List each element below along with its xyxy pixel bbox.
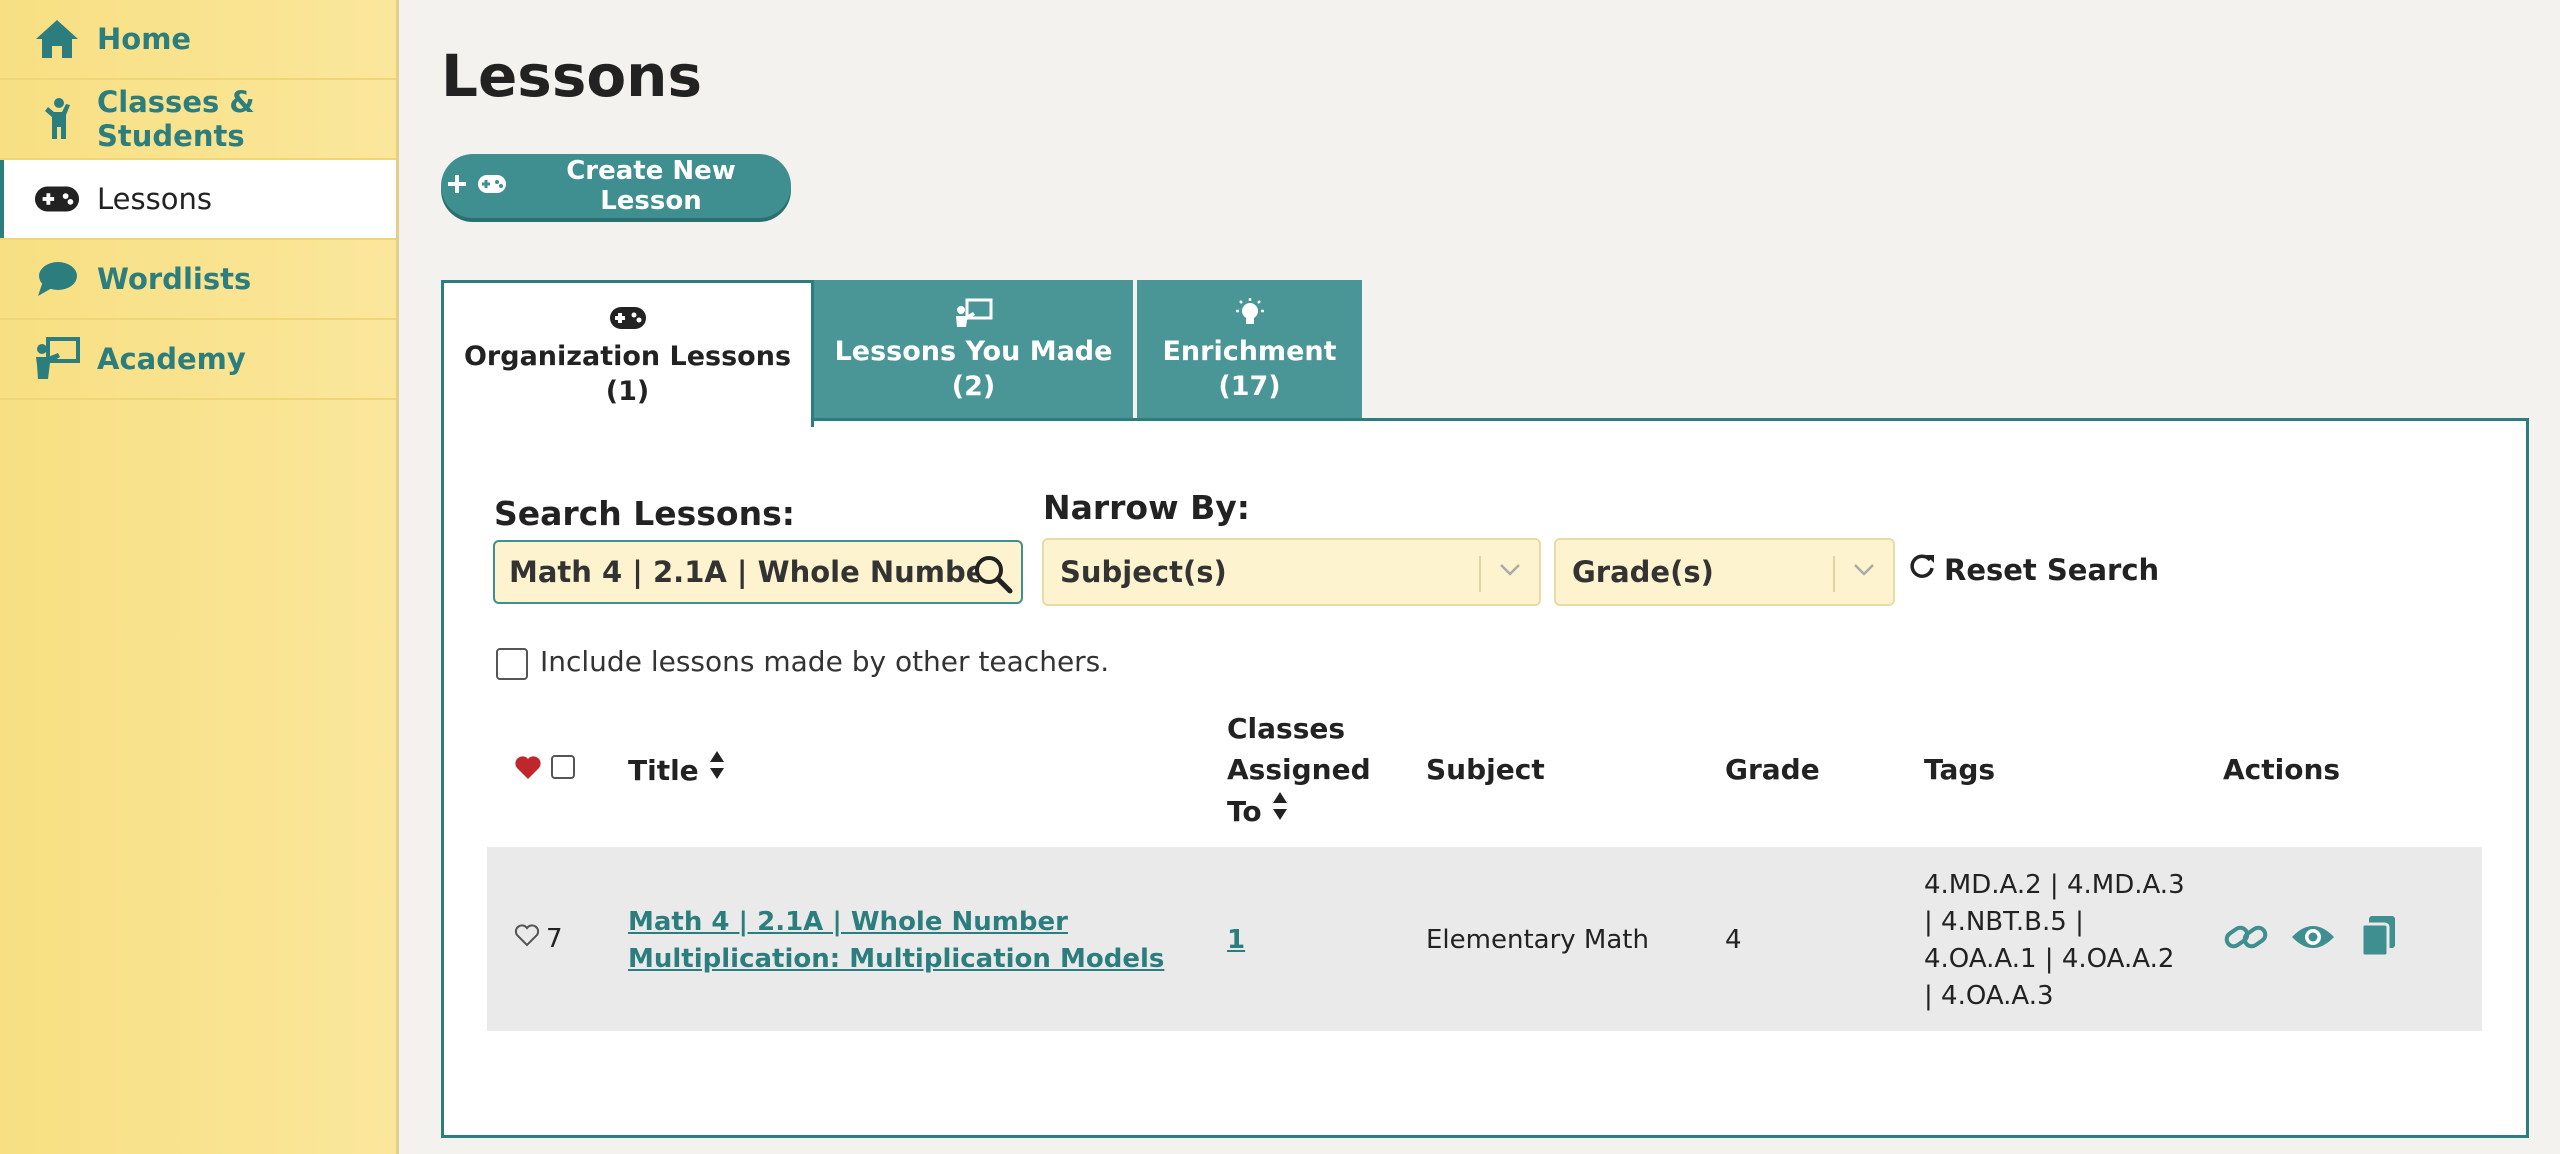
plus-icon xyxy=(447,171,467,201)
classes-assigned-column-header[interactable]: Classes Assigned To xyxy=(1227,708,1371,833)
heart-filled-icon[interactable] xyxy=(514,754,542,784)
preview-eye-icon[interactable] xyxy=(2290,921,2336,957)
subject-select[interactable]: Subject(s) xyxy=(1042,538,1541,606)
sidebar-item-home[interactable]: Home xyxy=(0,0,396,80)
sort-icon xyxy=(1272,790,1288,833)
sidebar-item-label: Lessons xyxy=(97,182,212,216)
home-icon xyxy=(34,16,80,62)
title-column-header[interactable]: Title xyxy=(628,749,725,792)
tab-enrichment[interactable]: Enrichment (17) xyxy=(1137,280,1362,420)
gamepad-icon xyxy=(477,171,507,201)
search-lessons-label: Search Lessons: xyxy=(494,494,795,533)
favorite-toggle[interactable]: 7 xyxy=(514,921,563,958)
lesson-grade: 4 xyxy=(1725,925,1742,955)
classes-header-line2: Assigned xyxy=(1227,753,1371,786)
chevron-down-icon xyxy=(1499,562,1521,581)
sort-icon xyxy=(709,749,725,792)
lesson-title-line1: Math 4 | 2.1A | Whole Number xyxy=(628,907,1068,937)
search-lessons-field[interactable] xyxy=(493,540,1023,604)
include-other-teachers-checkbox[interactable] xyxy=(496,648,528,680)
search-input[interactable] xyxy=(495,554,981,590)
presentation-icon xyxy=(955,296,993,330)
tab-count: (17) xyxy=(1218,371,1281,402)
sidebar: Home Classes & Students Lessons Wordlist… xyxy=(0,0,399,1154)
include-other-teachers-label: Include lessons made by other teachers. xyxy=(540,645,1110,678)
tags-column-header: Tags xyxy=(1924,753,1996,786)
sidebar-item-academy[interactable]: Academy xyxy=(0,320,396,400)
sidebar-item-classes-students[interactable]: Classes & Students xyxy=(0,80,396,160)
tags-line: | 4.NBT.B.5 | xyxy=(1924,907,2084,937)
select-separator xyxy=(1479,556,1481,592)
tab-lessons-you-made[interactable]: Lessons You Made (2) xyxy=(814,280,1133,420)
chevron-down-icon xyxy=(1853,562,1875,581)
lightbulb-icon xyxy=(1231,296,1269,330)
grade-select[interactable]: Grade(s) xyxy=(1554,538,1895,606)
heart-outline-icon[interactable] xyxy=(514,921,540,958)
refresh-icon xyxy=(1908,552,1936,587)
link-icon[interactable] xyxy=(2224,920,2268,958)
classes-header-line1: Classes xyxy=(1227,712,1346,745)
tags-line: 4.OA.A.1 | 4.OA.A.2 xyxy=(1924,944,2175,974)
title-header-label: Title xyxy=(628,754,699,787)
grade-select-value: Grade(s) xyxy=(1572,555,1714,589)
sidebar-item-label: Classes & Students xyxy=(97,85,255,153)
reset-search-button[interactable]: Reset Search xyxy=(1908,552,2159,587)
tab-count: (2) xyxy=(951,371,996,402)
speech-bubble-icon xyxy=(34,256,80,302)
lesson-tags: 4.MD.A.2 | 4.MD.A.3 | 4.NBT.B.5 | 4.OA.A… xyxy=(1924,867,2185,1015)
subject-column-header: Subject xyxy=(1426,753,1545,786)
teacher-icon xyxy=(34,336,80,382)
tab-count: (1) xyxy=(605,376,650,407)
actions-column-header: Actions xyxy=(2223,753,2341,786)
sidebar-item-label: Wordlists xyxy=(97,262,252,296)
subject-select-value: Subject(s) xyxy=(1060,555,1227,589)
reset-search-label: Reset Search xyxy=(1944,552,2160,587)
page-title: Lessons xyxy=(441,42,702,110)
tab-label: Enrichment xyxy=(1162,336,1337,367)
grade-column-header: Grade xyxy=(1725,753,1820,786)
narrow-by-label: Narrow By: xyxy=(1043,488,1250,527)
gamepad-icon xyxy=(609,301,647,335)
create-new-lesson-label: Create New Lesson xyxy=(566,156,736,216)
classes-assigned-link[interactable]: 1 xyxy=(1227,922,1245,959)
search-icon[interactable] xyxy=(973,554,1013,598)
classes-header-line3: To xyxy=(1227,795,1262,828)
person-icon xyxy=(34,96,80,142)
gamepad-icon xyxy=(34,176,80,222)
sidebar-item-wordlists[interactable]: Wordlists xyxy=(0,240,396,320)
tags-line: 4.MD.A.2 | 4.MD.A.3 xyxy=(1924,870,2185,900)
tab-label: Lessons You Made xyxy=(834,336,1113,367)
create-new-lesson-button[interactable]: Create New Lesson xyxy=(441,154,791,218)
sidebar-item-lessons[interactable]: Lessons xyxy=(0,160,396,240)
favorite-count: 7 xyxy=(546,924,563,954)
lesson-title-line2: Multiplication: Multiplication Models xyxy=(628,944,1165,974)
lesson-subject: Elementary Math xyxy=(1426,925,1649,955)
select-separator xyxy=(1833,556,1835,592)
sidebar-item-label: Academy xyxy=(97,342,246,376)
tab-label: Organization Lessons xyxy=(463,341,792,372)
tags-line: | 4.OA.A.3 xyxy=(1924,981,2054,1011)
copy-icon[interactable] xyxy=(2359,914,2399,962)
select-all-checkbox[interactable] xyxy=(551,755,575,779)
sidebar-item-label: Home xyxy=(97,22,192,56)
tab-organization-lessons[interactable]: Organization Lessons (1) xyxy=(441,280,814,427)
lesson-title-link[interactable]: Math 4 | 2.1A | Whole Number Multiplicat… xyxy=(628,904,1164,978)
